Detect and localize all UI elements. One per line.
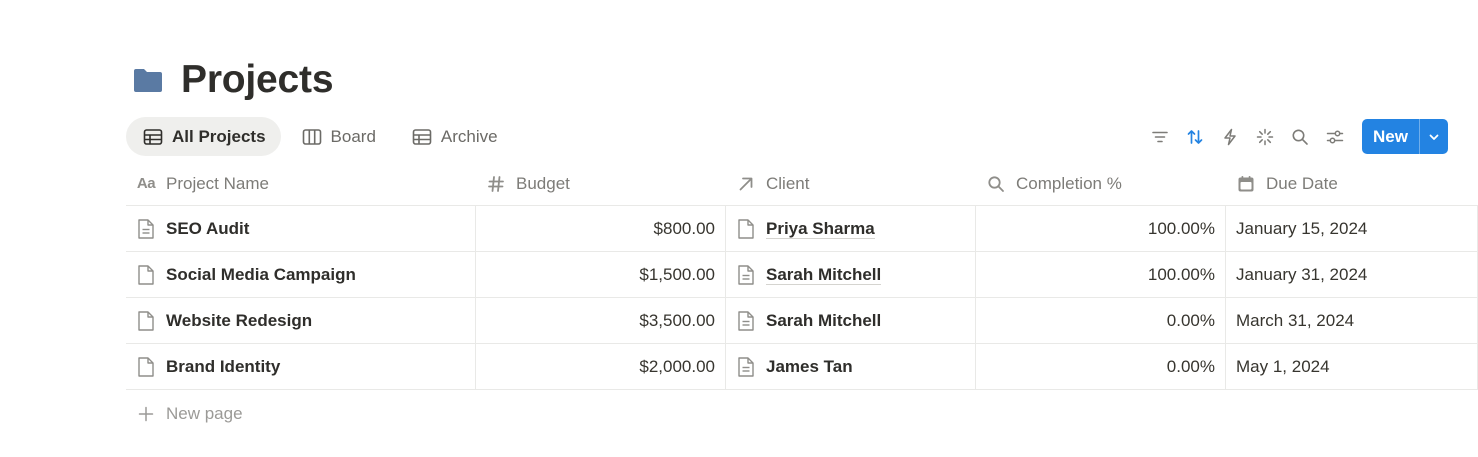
table-row[interactable]: Brand Identity $2,000.00 James Tan 0.00% [126, 344, 1478, 390]
completion-value: 0.00% [1166, 356, 1215, 376]
cell-completion[interactable]: 100.00% [976, 206, 1226, 251]
cell-due-date[interactable]: January 15, 2024 [1226, 206, 1478, 251]
database-toolbar: New [1142, 119, 1448, 154]
project-name[interactable]: Website Redesign [166, 311, 312, 331]
client-link[interactable]: Sarah Mitchell [766, 265, 882, 285]
budget-value: $800.00 [653, 218, 715, 238]
cell-due-date[interactable]: March 31, 2024 [1226, 298, 1478, 343]
sort-icon[interactable] [1177, 119, 1212, 154]
folder-icon[interactable] [133, 67, 163, 93]
project-name[interactable]: Brand Identity [166, 357, 280, 377]
column-header-due-date[interactable]: Due Date [1226, 162, 1478, 205]
ai-sparkle-icon[interactable] [1247, 119, 1282, 154]
cell-client[interactable]: James Tan [726, 344, 976, 389]
due-date-value: March 31, 2024 [1236, 310, 1355, 330]
budget-value: $2,000.00 [639, 356, 715, 376]
table-row[interactable]: Website Redesign $3,500.00 Sarah Mitchel… [126, 298, 1478, 344]
cell-project-name[interactable]: Brand Identity [126, 344, 476, 389]
budget-value: $3,500.00 [639, 310, 715, 330]
table-row[interactable]: SEO Audit $800.00 Priya Sharma 100.00% J… [126, 206, 1478, 252]
page-blank-icon [136, 264, 156, 286]
page-title[interactable]: Projects [181, 58, 334, 102]
page-doc-icon [736, 356, 756, 378]
filter-icon[interactable] [1142, 119, 1177, 154]
client-link[interactable]: Sarah Mitchell [766, 311, 881, 330]
chevron-down-icon[interactable] [1419, 119, 1448, 154]
cell-budget[interactable]: $2,000.00 [476, 344, 726, 389]
database-table: Aa Project Name Budget Client Completion… [126, 162, 1478, 438]
cell-budget[interactable]: $1,500.00 [476, 252, 726, 297]
column-header-completion[interactable]: Completion % [976, 162, 1226, 205]
table-icon [143, 128, 163, 146]
page-blank-icon [136, 310, 156, 332]
cell-completion[interactable]: 0.00% [976, 298, 1226, 343]
completion-value: 100.00% [1147, 218, 1215, 238]
cell-due-date[interactable]: January 31, 2024 [1226, 252, 1478, 297]
page-doc-icon [136, 218, 156, 240]
new-button-group: New [1362, 119, 1448, 154]
tab-label: Board [330, 126, 376, 146]
number-icon [486, 174, 506, 194]
column-header-budget[interactable]: Budget [476, 162, 726, 205]
budget-value: $1,500.00 [639, 264, 715, 284]
project-name[interactable]: SEO Audit [166, 219, 249, 239]
completion-value: 0.00% [1166, 310, 1215, 330]
cell-client[interactable]: Sarah Mitchell [726, 252, 976, 297]
cell-project-name[interactable]: SEO Audit [126, 206, 476, 251]
database-page: Projects All Projects Board Archive New … [0, 0, 1478, 457]
cell-project-name[interactable]: Social Media Campaign [126, 252, 476, 297]
column-label: Project Name [166, 173, 269, 193]
column-label: Client [766, 173, 810, 193]
page-blank-icon [136, 356, 156, 378]
page-doc-icon [736, 310, 756, 332]
completion-value: 100.00% [1147, 264, 1215, 284]
column-header-client[interactable]: Client [726, 162, 976, 205]
page-header: Projects [133, 56, 334, 104]
column-label: Due Date [1266, 173, 1338, 193]
cell-client[interactable]: Priya Sharma [726, 206, 976, 251]
cell-completion[interactable]: 0.00% [976, 344, 1226, 389]
tab-archive[interactable]: Archive [395, 117, 513, 156]
automation-icon[interactable] [1212, 119, 1247, 154]
plus-icon [136, 404, 156, 424]
relation-icon [736, 174, 756, 194]
cell-completion[interactable]: 100.00% [976, 252, 1226, 297]
new-button[interactable]: New [1362, 119, 1419, 154]
new-page-button[interactable]: New page [126, 390, 1478, 438]
board-icon [302, 128, 322, 146]
rollup-icon [986, 174, 1006, 194]
column-header-project-name[interactable]: Aa Project Name [126, 162, 476, 205]
due-date-value: May 1, 2024 [1236, 356, 1330, 376]
new-page-label: New page [166, 404, 243, 423]
client-link[interactable]: Priya Sharma [766, 219, 875, 239]
due-date-value: January 31, 2024 [1236, 264, 1368, 284]
tab-board[interactable]: Board [285, 117, 391, 156]
column-label: Completion % [1016, 173, 1122, 193]
search-icon[interactable] [1282, 119, 1317, 154]
client-link[interactable]: James Tan [766, 357, 853, 376]
tab-label: Archive [440, 126, 498, 146]
page-doc-icon [736, 264, 756, 286]
cell-budget[interactable]: $800.00 [476, 206, 726, 251]
tab-all-projects[interactable]: All Projects [126, 117, 281, 156]
cell-project-name[interactable]: Website Redesign [126, 298, 476, 343]
title-icon: Aa [136, 175, 156, 192]
view-tabs: All Projects Board Archive [126, 117, 517, 156]
tab-label: All Projects [172, 126, 266, 146]
column-label: Budget [516, 173, 570, 193]
calendar-icon [1236, 174, 1256, 194]
table-icon [412, 128, 432, 146]
table-row[interactable]: Social Media Campaign $1,500.00 Sarah Mi… [126, 252, 1478, 298]
cell-client[interactable]: Sarah Mitchell [726, 298, 976, 343]
cell-budget[interactable]: $3,500.00 [476, 298, 726, 343]
due-date-value: January 15, 2024 [1236, 218, 1368, 238]
page-blank-icon [736, 218, 756, 240]
table-header: Aa Project Name Budget Client Completion… [126, 162, 1478, 206]
settings-icon[interactable] [1317, 119, 1352, 154]
cell-due-date[interactable]: May 1, 2024 [1226, 344, 1478, 389]
project-name[interactable]: Social Media Campaign [166, 265, 356, 285]
